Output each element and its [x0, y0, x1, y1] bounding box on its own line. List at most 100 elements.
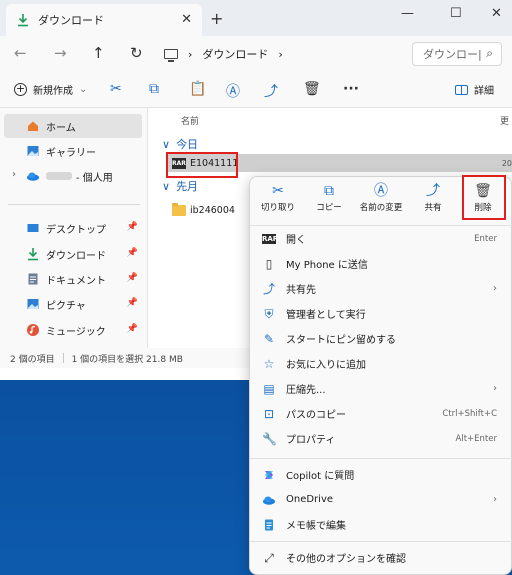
- sidebar-item-documents[interactable]: ドキュメント 📌: [4, 267, 142, 291]
- cut-label: 切り取り: [260, 203, 295, 213]
- chevron-right-icon[interactable]: ›: [12, 169, 16, 180]
- close-window-button[interactable]: ✕: [491, 6, 502, 21]
- menu-item-share-with[interactable]: ⤴ 共有先 ›: [254, 276, 509, 301]
- search-input[interactable]: ダウンロー| ⌕: [412, 42, 502, 66]
- copy-icon[interactable]: ⧉: [149, 81, 159, 97]
- cut-icon: ✂: [272, 183, 284, 199]
- new-tab-button[interactable]: +: [210, 9, 223, 28]
- cut-icon[interactable]: ✂: [110, 81, 122, 97]
- sidebar-item-label: ギャラリー: [46, 147, 96, 159]
- menu-item-add-favorite[interactable]: ☆ お気に入りに追加: [254, 351, 509, 376]
- menu-item-label: OneDrive: [286, 494, 334, 505]
- menu-item-copilot[interactable]: Copilot に質問: [254, 462, 509, 487]
- chevron-down-icon: ∨: [162, 179, 171, 193]
- details-pane-icon: [455, 84, 468, 95]
- rename-icon: Ⓐ: [374, 183, 388, 199]
- pin-icon[interactable]: 📌: [127, 248, 138, 258]
- sidebar-item-desktop[interactable]: デスクトップ 📌: [4, 216, 142, 240]
- sidebar-item-gallery[interactable]: ギャラリー: [4, 139, 142, 163]
- pin-icon[interactable]: 📌: [127, 273, 138, 283]
- share-icon[interactable]: ⤴: [264, 81, 278, 101]
- column-header-name[interactable]: 名前: [181, 114, 199, 127]
- rename-label: 名前の変更: [359, 203, 403, 213]
- copy-button[interactable]: ⧉ コピー: [310, 181, 348, 221]
- sidebar-item-label: ドキュメント: [46, 275, 106, 287]
- share-button[interactable]: ⤴ 共有: [416, 181, 450, 221]
- pin-icon: ✎: [263, 331, 275, 346]
- minimize-button[interactable]: —: [401, 6, 414, 21]
- highlight-box-file: [166, 152, 238, 178]
- sidebar-item-downloads[interactable]: ダウンロード 📌: [4, 242, 142, 266]
- menu-item-label: その他のオプションを確認: [286, 554, 406, 565]
- pin-icon[interactable]: 📌: [127, 222, 138, 232]
- sidebar-item-pictures[interactable]: ピクチャ 📌: [4, 292, 142, 316]
- paste-icon[interactable]: 📋: [189, 81, 206, 97]
- menu-item-run-as-admin[interactable]: ⛨ 管理者として実行: [254, 301, 509, 326]
- rename-icon[interactable]: Ⓐ: [226, 81, 240, 101]
- copilot-icon: [265, 470, 273, 479]
- tab-downloads[interactable]: ダウンロード ✕: [6, 4, 202, 36]
- more-options-button[interactable]: ···: [343, 81, 359, 97]
- file-row[interactable]: ib246004: [168, 201, 235, 219]
- sidebar-item-music[interactable]: ミュージック 📌: [4, 318, 142, 342]
- folder-icon: [172, 202, 186, 216]
- menu-item-send-to-phone[interactable]: ▯ My Phone に送信: [254, 251, 509, 276]
- onedrive-cloud-icon: [27, 172, 39, 181]
- column-header-modified[interactable]: 更: [500, 114, 509, 127]
- item-count: 2 個の項目: [10, 354, 55, 365]
- notepad-icon: [265, 519, 273, 530]
- copy-icon: ⧉: [324, 183, 334, 199]
- share-label: 共有: [424, 203, 442, 213]
- menu-item-more-options[interactable]: ⤢ その他のオプションを確認: [254, 545, 509, 570]
- zip-icon: ▤: [263, 381, 275, 396]
- menu-item-copy-path[interactable]: ⊡ パスのコピー Ctrl+Shift+C: [254, 401, 509, 426]
- back-icon[interactable]: ←: [14, 44, 27, 62]
- tab-close-icon[interactable]: ✕: [181, 12, 192, 27]
- pin-icon[interactable]: 📌: [127, 298, 138, 308]
- up-icon[interactable]: ↑: [92, 44, 105, 62]
- sidebar-item-label: ピクチャ: [46, 300, 86, 312]
- phone-icon: ▯: [265, 256, 273, 271]
- home-icon: [28, 121, 38, 131]
- details-button[interactable]: 詳細: [455, 82, 494, 97]
- sidebar-item-label: - 個人用: [76, 172, 113, 184]
- menu-item-label: プロパティ: [286, 435, 336, 446]
- menu-item-label: Copilot に質問: [286, 471, 355, 482]
- delete-icon[interactable]: 🗑: [303, 81, 321, 97]
- plus-icon: +: [14, 82, 27, 96]
- breadcrumb[interactable]: › ダウンロード ›: [164, 42, 404, 66]
- breadcrumb-downloads[interactable]: ダウンロード: [202, 46, 268, 62]
- star-icon: ☆: [263, 356, 275, 371]
- menu-item-open[interactable]: RAR 開く Enter: [254, 226, 509, 251]
- music-icon: [27, 324, 39, 336]
- menu-item-edit-notepad[interactable]: メモ帳で編集: [254, 512, 509, 537]
- status-divider: [62, 353, 64, 363]
- menu-item-pin-to-start[interactable]: ✎ スタートにピン留めする: [254, 326, 509, 351]
- group-header-today[interactable]: ∨ 今日: [162, 136, 198, 152]
- desktop-icon: [27, 224, 39, 232]
- new-button[interactable]: + 新規作成 ⌄: [14, 82, 87, 97]
- refresh-icon[interactable]: ↻: [130, 44, 143, 62]
- menu-item-onedrive[interactable]: OneDrive ›: [254, 487, 509, 512]
- maximize-button[interactable]: ☐: [450, 6, 462, 21]
- rename-button[interactable]: Ⓐ 名前の変更: [354, 181, 408, 221]
- search-placeholder: ダウンロー|: [423, 48, 482, 61]
- sidebar-divider: [8, 204, 140, 205]
- pin-icon[interactable]: 📌: [127, 324, 138, 334]
- group-header-last-month[interactable]: ∨ 先月: [162, 178, 198, 194]
- group-label: 先月: [176, 180, 199, 193]
- forward-icon[interactable]: →: [54, 44, 67, 62]
- breadcrumb-chevron: ›: [188, 47, 193, 61]
- selection-info: 1 個の項目を選択 21.8 MB: [71, 354, 183, 365]
- menu-item-properties[interactable]: 🔧 プロパティ Alt+Enter: [254, 426, 509, 451]
- redacted-account-name: [46, 172, 72, 180]
- menu-item-compress[interactable]: ▤ 圧縮先... ›: [254, 376, 509, 401]
- gallery-icon: [27, 146, 39, 156]
- file-date: 20: [501, 158, 512, 168]
- sidebar-item-onedrive[interactable]: › - 個人用: [4, 164, 142, 188]
- cut-button[interactable]: ✂ 切り取り: [256, 181, 300, 221]
- command-bar: + 新規作成 ⌄ ✂ ⧉ 📋 Ⓐ ⤴ 🗑 ··· 詳細: [0, 72, 512, 108]
- wrench-icon: 🔧: [262, 431, 277, 446]
- menu-item-label: 共有先: [286, 285, 316, 296]
- sidebar-item-home[interactable]: ホーム: [4, 114, 142, 138]
